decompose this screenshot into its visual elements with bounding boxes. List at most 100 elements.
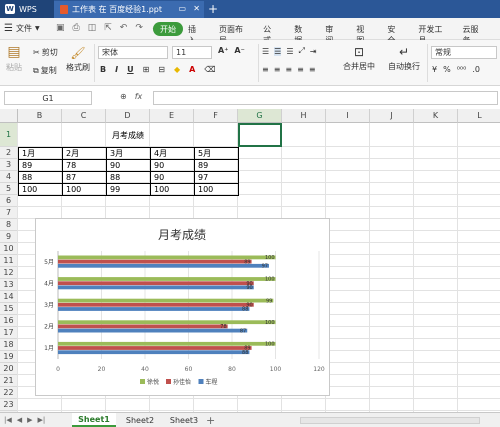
sheet-tab-1[interactable]: Sheet1 bbox=[72, 413, 116, 427]
table-cell[interactable]: 100 bbox=[194, 183, 239, 196]
sheet-tab-2[interactable]: Sheet2 bbox=[118, 413, 162, 427]
row-header[interactable]: 3 bbox=[0, 159, 18, 171]
align-top-icon[interactable]: ☰ bbox=[262, 47, 269, 56]
merge-center-button[interactable]: ⊡ 合并居中 bbox=[343, 45, 375, 72]
row-header[interactable]: 7 bbox=[0, 207, 18, 219]
merged-title-cell[interactable]: 月考成绩 bbox=[18, 123, 238, 147]
row-header[interactable]: 4 bbox=[0, 171, 18, 183]
align-left-icon[interactable]: ≡ bbox=[262, 65, 269, 74]
row-header[interactable]: 15 bbox=[0, 303, 18, 315]
column-header[interactable]: E bbox=[150, 109, 194, 123]
wps-home-tab[interactable]: W WPS bbox=[0, 0, 54, 18]
row-header[interactable]: 1 bbox=[0, 123, 18, 147]
align-middle-icon[interactable]: ☰ bbox=[274, 46, 282, 56]
row-header[interactable]: 20 bbox=[0, 363, 18, 375]
row-header[interactable]: 6 bbox=[0, 195, 18, 207]
selected-cell-g1[interactable] bbox=[238, 123, 282, 147]
row-header[interactable]: 11 bbox=[0, 255, 18, 267]
table-cell[interactable]: 99 bbox=[106, 183, 151, 196]
font-color-icon[interactable]: A bbox=[189, 65, 195, 74]
font-name-select[interactable]: 宋体 bbox=[98, 46, 168, 59]
column-header[interactable]: I bbox=[326, 109, 370, 123]
tab-start[interactable]: 开始 bbox=[153, 22, 183, 36]
document-tab[interactable]: 工作表 在 百度经验1.ppt ▭ ✕ bbox=[54, 1, 204, 18]
font-size-select[interactable]: 11 bbox=[172, 46, 212, 59]
merge-cells-icon[interactable]: ⊟ bbox=[158, 65, 165, 74]
close-tab-icon[interactable]: ✕ bbox=[193, 4, 200, 13]
row-header[interactable]: 10 bbox=[0, 243, 18, 255]
export-icon[interactable]: ⇱ bbox=[104, 23, 112, 33]
thousands-icon[interactable]: ⁰⁰⁰ bbox=[457, 65, 467, 74]
bar-chart[interactable]: 月考成绩 0 20 40 60 80 100 120 1月 100 89 88 2月 100 78 87 3月 9… bbox=[35, 218, 330, 396]
prev-sheet-icon[interactable]: ◀ bbox=[17, 416, 22, 424]
row-header[interactable]: 23 bbox=[0, 399, 18, 411]
horizontal-scrollbar[interactable] bbox=[300, 417, 480, 424]
last-sheet-icon[interactable]: ▶| bbox=[38, 416, 46, 424]
align-center-icon[interactable]: ≡ bbox=[274, 65, 281, 74]
row-header[interactable]: 19 bbox=[0, 351, 18, 363]
name-box[interactable]: G1 bbox=[4, 91, 92, 105]
column-header[interactable]: J bbox=[370, 109, 414, 123]
next-sheet-icon[interactable]: ▶ bbox=[27, 416, 32, 424]
wrap-text-button[interactable]: ↵ 自动换行 bbox=[388, 45, 420, 72]
justify-icon[interactable]: ≡ bbox=[297, 65, 304, 74]
row-header[interactable]: 5 bbox=[0, 183, 18, 195]
first-sheet-icon[interactable]: |◀ bbox=[4, 416, 12, 424]
new-tab-icon[interactable]: + bbox=[208, 2, 218, 16]
row-header[interactable]: 14 bbox=[0, 291, 18, 303]
row-header[interactable]: 9 bbox=[0, 231, 18, 243]
underline-icon[interactable]: U bbox=[127, 65, 134, 74]
percent-icon[interactable]: % bbox=[443, 65, 451, 74]
print-icon[interactable]: ⎙ bbox=[73, 23, 80, 33]
copy-button[interactable]: ⧉ 复制 bbox=[33, 65, 57, 76]
sheet-tab-3[interactable]: Sheet3 bbox=[162, 413, 206, 427]
fx-label[interactable]: fx bbox=[135, 92, 143, 101]
italic-icon[interactable]: I bbox=[115, 65, 118, 74]
row-header[interactable]: 8 bbox=[0, 219, 18, 231]
table-cell[interactable]: 100 bbox=[150, 183, 195, 196]
row-header[interactable]: 13 bbox=[0, 279, 18, 291]
row-header[interactable]: 18 bbox=[0, 339, 18, 351]
paste-button[interactable]: ▤ 粘贴 bbox=[6, 44, 22, 73]
column-header[interactable]: H bbox=[282, 109, 326, 123]
increase-decimal-icon[interactable]: .0 bbox=[472, 65, 480, 74]
number-format-select[interactable]: 常规 bbox=[431, 46, 497, 59]
distributed-icon[interactable]: ≡ bbox=[309, 65, 316, 74]
file-menu[interactable]: ☰ 文件 ▼ bbox=[4, 23, 40, 34]
monitor-icon[interactable]: ▭ bbox=[178, 4, 186, 13]
row-header[interactable]: 2 bbox=[0, 147, 18, 159]
spreadsheet-grid[interactable]: BCDEFGHIJKL 1 2 3 4 5 6 7 8 9 10 11 12 13 14 15 16 17 18 1… bbox=[0, 109, 500, 412]
table-cell[interactable]: 100 bbox=[18, 183, 63, 196]
column-header[interactable]: D bbox=[106, 109, 150, 123]
column-header[interactable]: C bbox=[62, 109, 106, 123]
align-right-icon[interactable]: ≡ bbox=[285, 65, 292, 74]
increase-font-icon[interactable]: A⁺ bbox=[218, 46, 228, 55]
formula-input[interactable] bbox=[153, 91, 498, 105]
column-header[interactable]: K bbox=[414, 109, 458, 123]
zoom-icon[interactable]: ⊕ bbox=[120, 92, 127, 101]
table-cell[interactable]: 100 bbox=[62, 183, 107, 196]
save-icon[interactable]: ▣ bbox=[56, 23, 65, 33]
decrease-font-icon[interactable]: A⁻ bbox=[234, 46, 244, 55]
row-header[interactable]: 12 bbox=[0, 267, 18, 279]
add-sheet-icon[interactable]: + bbox=[206, 414, 215, 427]
undo-icon[interactable]: ↶ bbox=[120, 23, 128, 33]
column-header[interactable]: B bbox=[18, 109, 62, 123]
fill-color-icon[interactable]: ◆ bbox=[174, 65, 180, 74]
borders-icon[interactable]: ⊞ bbox=[143, 65, 150, 74]
row-header[interactable]: 17 bbox=[0, 327, 18, 339]
cut-button[interactable]: ✂ 剪切 bbox=[33, 47, 58, 58]
currency-icon[interactable]: ¥ bbox=[432, 65, 437, 74]
orientation-icon[interactable]: ⤢ bbox=[299, 46, 305, 56]
column-header[interactable]: L bbox=[458, 109, 500, 123]
bold-icon[interactable]: B bbox=[100, 65, 106, 74]
align-bottom-icon[interactable]: ☰ bbox=[286, 47, 293, 56]
indent-icon[interactable]: ⇥ bbox=[310, 47, 317, 56]
format-painter-button[interactable]: 🖌 格式刷 bbox=[66, 46, 90, 73]
clear-format-icon[interactable]: ⌫ bbox=[204, 65, 215, 74]
row-header[interactable]: 21 bbox=[0, 375, 18, 387]
row-header[interactable]: 16 bbox=[0, 315, 18, 327]
select-all-corner[interactable] bbox=[0, 109, 18, 123]
column-header[interactable]: F bbox=[194, 109, 238, 123]
column-header[interactable]: G bbox=[238, 109, 282, 123]
